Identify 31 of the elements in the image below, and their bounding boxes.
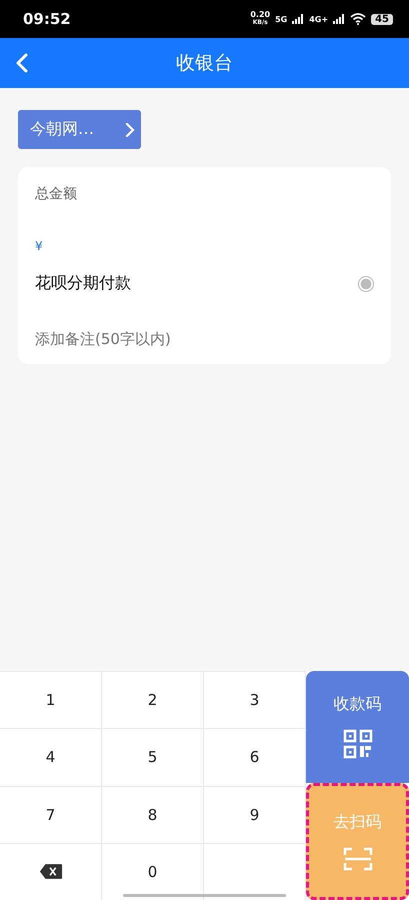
- digit-key[interactable]: 1: [0, 671, 102, 728]
- digit-key[interactable]: 8: [102, 786, 204, 843]
- signal-icon: [333, 14, 346, 24]
- merchant-selector[interactable]: 今朝网…: [18, 110, 141, 149]
- digit-key[interactable]: 0: [102, 842, 204, 900]
- digit-key[interactable]: 9: [204, 786, 306, 843]
- digit-key[interactable]: 5: [102, 728, 204, 786]
- digit-key[interactable]: 2: [102, 671, 204, 728]
- wifi-icon: [350, 13, 366, 25]
- digit-key[interactable]: 4: [0, 728, 102, 786]
- back-icon[interactable]: [16, 53, 28, 73]
- amount-label: 总金额: [35, 185, 78, 203]
- network-label: 5G: [275, 14, 288, 24]
- receive-code-button[interactable]: 收款码: [306, 671, 409, 782]
- scan-icon: [342, 846, 372, 871]
- signal-icon: [292, 14, 304, 24]
- note-field[interactable]: 添加备注(50字以内): [35, 330, 255, 348]
- currency-symbol: ¥: [35, 239, 43, 253]
- page-title: 收银台: [176, 51, 233, 76]
- qr-code-icon: [342, 729, 372, 760]
- digit-key[interactable]: 7: [0, 786, 102, 843]
- status-time: 09:52: [23, 10, 71, 28]
- delete-key[interactable]: [0, 842, 102, 900]
- backspace-icon: [38, 863, 62, 880]
- installment-label: 花呗分期付款: [35, 273, 131, 294]
- installment-radio[interactable]: [358, 276, 374, 292]
- digit-key[interactable]: 3: [204, 671, 306, 728]
- digit-key[interactable]: 6: [204, 728, 306, 786]
- chevron-icon: [125, 122, 135, 138]
- network-label: 4G+: [309, 14, 328, 24]
- battery-level: 45: [371, 14, 393, 24]
